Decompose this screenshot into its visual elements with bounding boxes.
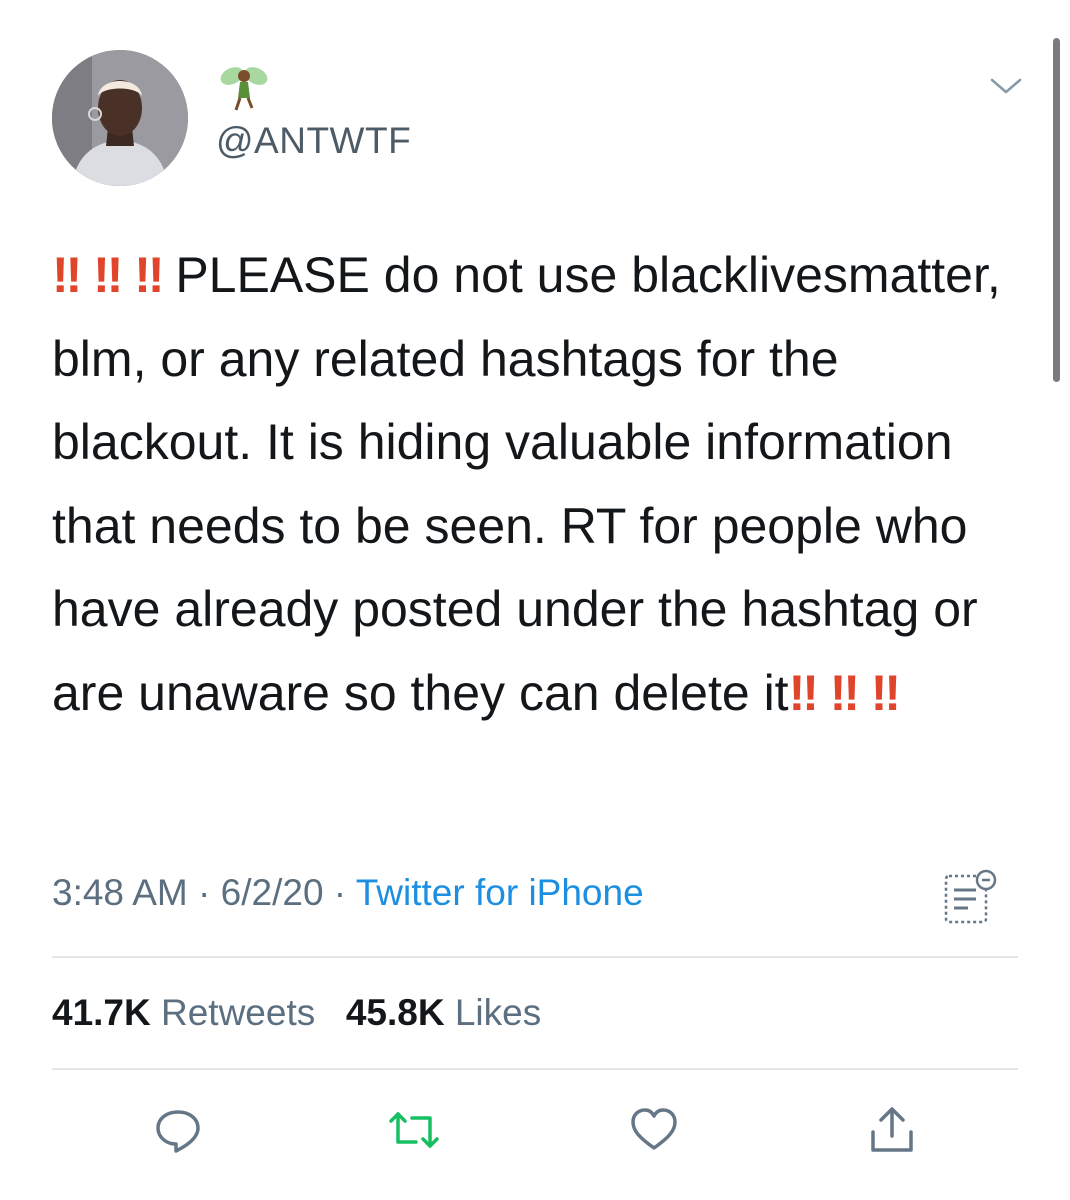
analytics-icon[interactable] <box>942 866 998 928</box>
avatar-image <box>52 50 188 186</box>
retweets-stat[interactable]: 41.7K Retweets <box>52 992 315 1033</box>
retweet-count: 41.7K <box>52 992 151 1033</box>
like-count: 45.8K <box>345 992 445 1033</box>
share-icon <box>871 1107 913 1152</box>
tweet-text-opening: PLEASE do not use <box>161 247 618 303</box>
reply-button[interactable] <box>152 1104 204 1156</box>
double-exclamation-emoji: ‼ <box>134 247 164 303</box>
reply-icon <box>156 1110 200 1153</box>
double-exclamation-emoji: ‼ <box>788 664 819 721</box>
likes-stat[interactable]: 45.8K Likes <box>346 992 541 1033</box>
tweet-text-body: blacklivesmatter, blm, or any related ha… <box>52 247 1001 721</box>
retweet-button[interactable] <box>388 1104 440 1156</box>
double-exclamation-emoji: ‼ <box>52 247 82 303</box>
share-button[interactable] <box>866 1104 918 1156</box>
user-handle[interactable]: @ANTWTF <box>216 120 411 162</box>
tweet-stats: 41.7K Retweets 45.8K Likes <box>52 992 541 1034</box>
tweet-date[interactable]: 6/2/20 <box>221 872 324 913</box>
tweet-text: ‼ ‼ ‼ PLEASE do not use blacklivesmatter… <box>52 234 1012 735</box>
meta-separator: · <box>187 872 221 913</box>
fairy-emoji-icon <box>220 67 268 111</box>
double-exclamation-emoji: ‼ <box>829 664 860 721</box>
avatar[interactable] <box>52 50 188 186</box>
like-button[interactable] <box>628 1104 680 1156</box>
meta-separator: · <box>323 872 356 913</box>
scrollbar[interactable] <box>1053 38 1060 382</box>
divider <box>52 1068 1018 1070</box>
tweet-source-link[interactable]: Twitter for iPhone <box>356 872 644 913</box>
divider <box>52 956 1018 958</box>
tweet-meta: 3:48 AM · 6/2/20 · Twitter for iPhone <box>52 872 644 914</box>
double-exclamation-emoji: ‼ <box>93 247 123 303</box>
double-exclamation-emoji: ‼ <box>870 664 901 721</box>
retweet-icon <box>389 1112 439 1148</box>
retweet-label: Retweets <box>150 992 316 1033</box>
tweet-time[interactable]: 3:48 AM <box>52 872 188 913</box>
chevron-down-icon[interactable] <box>988 74 1024 98</box>
heart-icon <box>631 1108 677 1150</box>
like-label: Likes <box>444 992 542 1033</box>
